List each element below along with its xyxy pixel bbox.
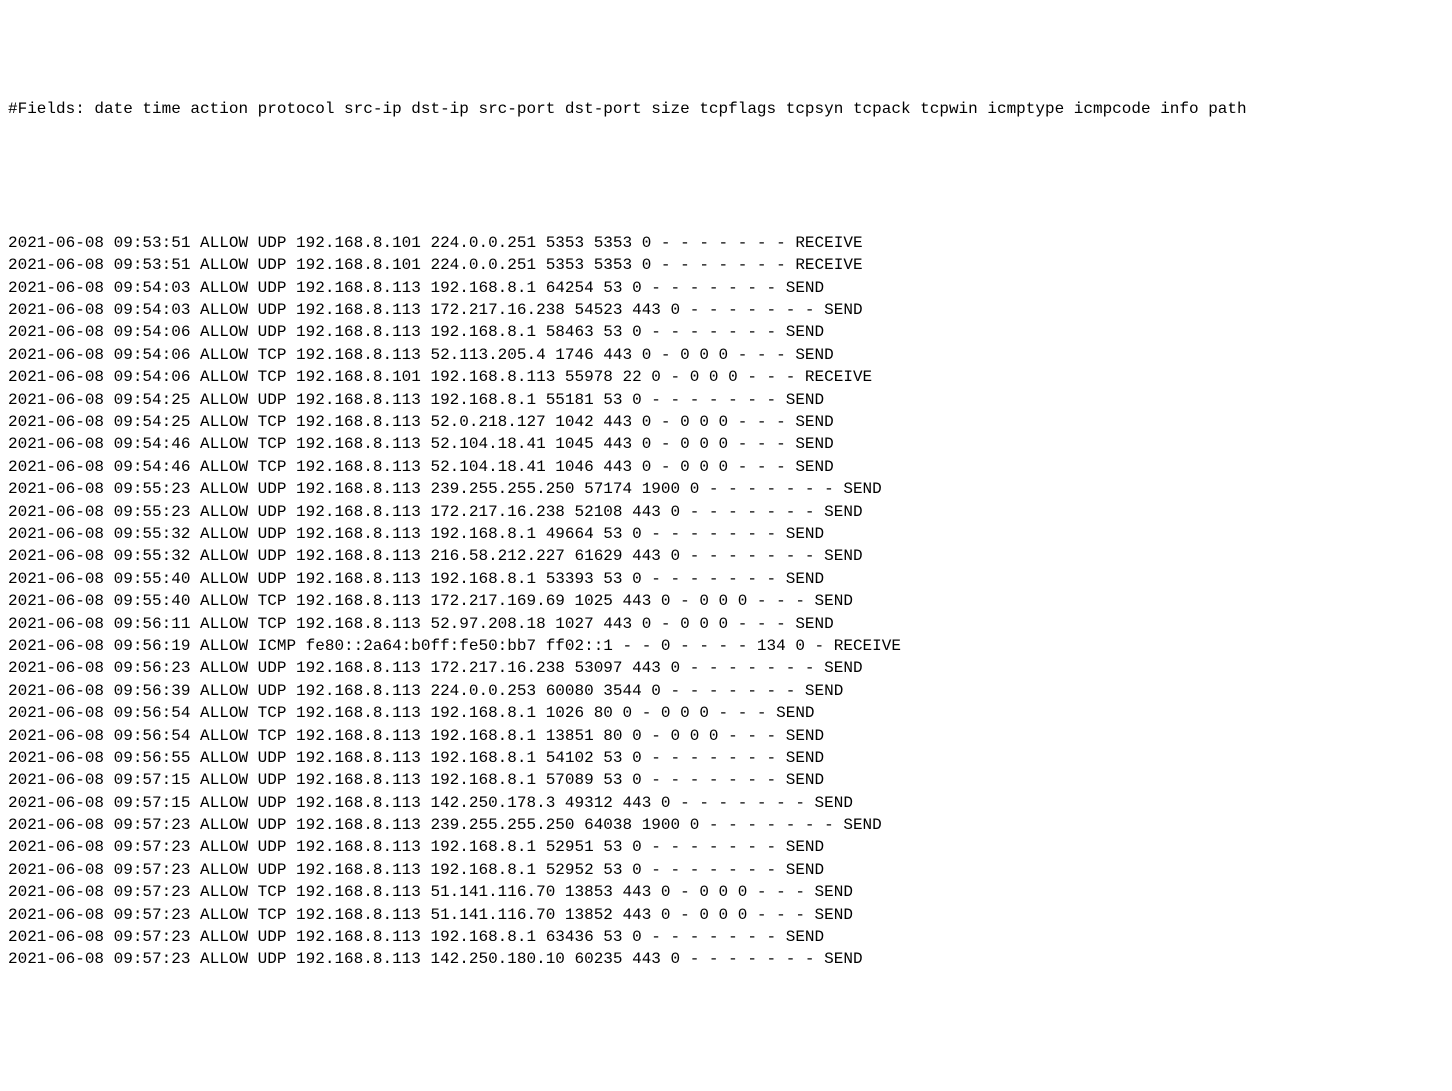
log-entries-container: 2021-06-08 09:53:51 ALLOW UDP 192.168.8.… [8,232,1444,971]
log-entry: 2021-06-08 09:54:46 ALLOW TCP 192.168.8.… [8,456,1444,478]
log-entry: 2021-06-08 09:54:46 ALLOW TCP 192.168.8.… [8,433,1444,455]
log-entry: 2021-06-08 09:56:39 ALLOW UDP 192.168.8.… [8,680,1444,702]
log-entry: 2021-06-08 09:56:55 ALLOW UDP 192.168.8.… [8,747,1444,769]
log-entry: 2021-06-08 09:56:11 ALLOW TCP 192.168.8.… [8,613,1444,635]
log-entry: 2021-06-08 09:56:54 ALLOW TCP 192.168.8.… [8,725,1444,747]
log-entry: 2021-06-08 09:57:23 ALLOW TCP 192.168.8.… [8,904,1444,926]
log-entry: 2021-06-08 09:53:51 ALLOW UDP 192.168.8.… [8,254,1444,276]
log-entry: 2021-06-08 09:56:54 ALLOW TCP 192.168.8.… [8,702,1444,724]
log-entry: 2021-06-08 09:55:40 ALLOW TCP 192.168.8.… [8,590,1444,612]
log-entry: 2021-06-08 09:57:23 ALLOW UDP 192.168.8.… [8,859,1444,881]
log-entry: 2021-06-08 09:55:23 ALLOW UDP 192.168.8.… [8,501,1444,523]
log-entry: 2021-06-08 09:55:23 ALLOW UDP 192.168.8.… [8,478,1444,500]
log-entry: 2021-06-08 09:57:23 ALLOW UDP 192.168.8.… [8,836,1444,858]
log-entry: 2021-06-08 09:57:23 ALLOW UDP 192.168.8.… [8,948,1444,970]
log-entry: 2021-06-08 09:57:23 ALLOW TCP 192.168.8.… [8,881,1444,903]
log-entry: 2021-06-08 09:55:32 ALLOW UDP 192.168.8.… [8,523,1444,545]
log-fields-header: #Fields: date time action protocol src-i… [8,98,1444,120]
log-entry: 2021-06-08 09:54:25 ALLOW UDP 192.168.8.… [8,389,1444,411]
log-entry: 2021-06-08 09:54:06 ALLOW TCP 192.168.8.… [8,366,1444,388]
log-entry: 2021-06-08 09:54:06 ALLOW TCP 192.168.8.… [8,344,1444,366]
log-entry: 2021-06-08 09:54:03 ALLOW UDP 192.168.8.… [8,299,1444,321]
log-entry: 2021-06-08 09:56:19 ALLOW ICMP fe80::2a6… [8,635,1444,657]
log-entry: 2021-06-08 09:55:32 ALLOW UDP 192.168.8.… [8,545,1444,567]
log-entry: 2021-06-08 09:57:23 ALLOW UDP 192.168.8.… [8,926,1444,948]
log-entry: 2021-06-08 09:57:15 ALLOW UDP 192.168.8.… [8,769,1444,791]
log-entry: 2021-06-08 09:54:25 ALLOW TCP 192.168.8.… [8,411,1444,433]
log-entry: 2021-06-08 09:57:23 ALLOW UDP 192.168.8.… [8,814,1444,836]
blank-line [8,187,1444,209]
log-entry: 2021-06-08 09:53:51 ALLOW UDP 192.168.8.… [8,232,1444,254]
blank-line [8,142,1444,164]
log-entry: 2021-06-08 09:56:23 ALLOW UDP 192.168.8.… [8,657,1444,679]
log-entry: 2021-06-08 09:54:03 ALLOW UDP 192.168.8.… [8,277,1444,299]
log-entry: 2021-06-08 09:57:15 ALLOW UDP 192.168.8.… [8,792,1444,814]
log-entry: 2021-06-08 09:54:06 ALLOW UDP 192.168.8.… [8,321,1444,343]
log-entry: 2021-06-08 09:55:40 ALLOW UDP 192.168.8.… [8,568,1444,590]
